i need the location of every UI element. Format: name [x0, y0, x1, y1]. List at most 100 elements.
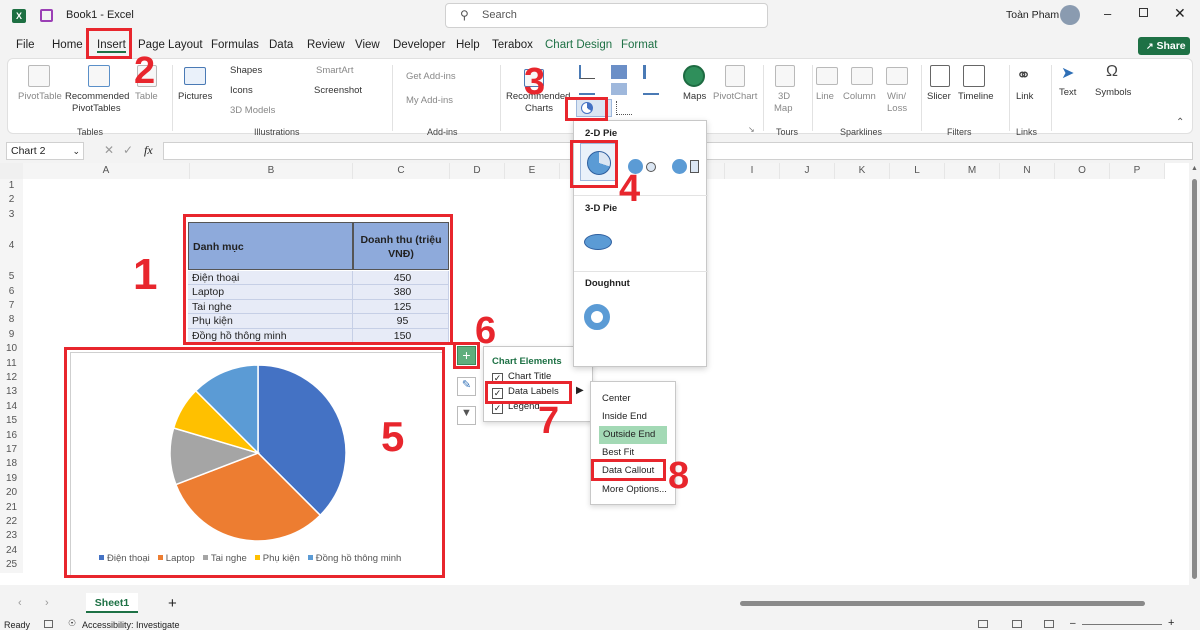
- sheet-tab[interactable]: Sheet1: [86, 593, 138, 613]
- column-header[interactable]: C: [353, 163, 450, 179]
- save-icon[interactable]: [40, 9, 53, 22]
- data-label-option[interactable]: Inside End: [592, 408, 668, 426]
- name-box[interactable]: Chart 2 ⌄: [6, 142, 84, 160]
- select-all-corner[interactable]: [0, 163, 23, 179]
- prev-sheet-icon[interactable]: ‹: [18, 597, 22, 609]
- checkbox-icon[interactable]: ✓: [492, 403, 503, 414]
- recommended-pivot-label-2[interactable]: PivotTables: [72, 103, 121, 114]
- row-header[interactable]: 2: [0, 193, 23, 208]
- pivottable-button[interactable]: PivotTable: [18, 91, 62, 102]
- pie-3d-option[interactable]: [580, 225, 616, 255]
- row-header[interactable]: 8: [0, 313, 23, 328]
- row-header[interactable]: 13: [0, 385, 23, 400]
- column-header[interactable]: J: [780, 163, 835, 179]
- scroll-thumb[interactable]: [1192, 179, 1197, 579]
- table-cell[interactable]: 125: [353, 299, 449, 315]
- table-cell[interactable]: Phụ kiện: [188, 314, 353, 329]
- data-label-option[interactable]: Data Callout: [592, 462, 668, 480]
- legend-item[interactable]: Phụ kiện: [254, 553, 300, 564]
- pie-chart[interactable]: Điện thoại Laptop Tai nghe Phụ kiện Đồng hồ …: [70, 352, 445, 577]
- symbols-button[interactable]: Symbols: [1095, 87, 1131, 98]
- combo-chart-icon[interactable]: [643, 83, 659, 95]
- recommended-pivot-label-1[interactable]: Recommended: [65, 91, 129, 102]
- icons-button[interactable]: Icons: [230, 85, 253, 96]
- tab-developer[interactable]: Developer: [393, 39, 445, 51]
- column-chart-icon[interactable]: [579, 65, 595, 79]
- 3d-map-label-1[interactable]: 3D: [778, 91, 790, 102]
- hierarchy-chart-icon[interactable]: [611, 65, 627, 79]
- row-header[interactable]: 16: [0, 428, 23, 443]
- chart-element-item[interactable]: ✓ Chart Title: [492, 371, 551, 384]
- table-cell[interactable]: 150: [353, 328, 449, 343]
- chart-filters-funnel-icon[interactable]: ▼: [457, 406, 476, 425]
- pie-2d-option[interactable]: [580, 143, 616, 181]
- table-cell[interactable]: 450: [353, 271, 449, 286]
- tab-terabox[interactable]: Terabox: [492, 39, 533, 51]
- row-header[interactable]: 10: [0, 342, 23, 357]
- chart-element-item[interactable]: ✓ Legend: [492, 401, 540, 414]
- column-header[interactable]: E: [505, 163, 560, 179]
- pivotchart-button[interactable]: PivotChart: [713, 91, 757, 102]
- tab-view[interactable]: View: [355, 39, 380, 51]
- scatter-chart-icon[interactable]: [616, 101, 632, 115]
- row-header[interactable]: 22: [0, 515, 23, 530]
- legend-item[interactable]: Đồng hồ thông minh: [307, 553, 401, 564]
- status-accessibility[interactable]: Accessibility: Investigate: [82, 620, 180, 630]
- my-addins-button[interactable]: My Add-ins: [406, 95, 453, 106]
- table-cell[interactable]: Tai nghe: [188, 299, 353, 315]
- pictures-button[interactable]: Pictures: [178, 91, 212, 102]
- doughnut-option[interactable]: [580, 299, 616, 335]
- row-header[interactable]: 3: [0, 207, 23, 223]
- row-header[interactable]: 9: [0, 327, 23, 343]
- table-cell[interactable]: Đồng hồ thông minh: [188, 328, 353, 343]
- slicer-button[interactable]: Slicer: [927, 91, 951, 102]
- row-header[interactable]: 6: [0, 284, 23, 299]
- zoom-in-icon[interactable]: +: [1168, 617, 1174, 629]
- tab-data[interactable]: Data: [269, 39, 293, 51]
- chart-styles-brush-icon[interactable]: ✎: [457, 377, 476, 396]
- row-header[interactable]: 20: [0, 486, 23, 501]
- macro-icon[interactable]: [44, 620, 53, 628]
- add-sheet-button[interactable]: +: [168, 595, 177, 612]
- dialog-launcher-icon[interactable]: ↘: [748, 125, 755, 134]
- table-cell[interactable]: 380: [353, 285, 449, 300]
- tab-insert[interactable]: Insert: [97, 39, 126, 53]
- tab-file[interactable]: File: [16, 39, 35, 51]
- data-label-option-selected[interactable]: Outside End: [599, 426, 667, 444]
- page-break-view-icon[interactable]: [1044, 620, 1054, 628]
- column-header[interactable]: B: [190, 163, 353, 179]
- shapes-button[interactable]: Shapes: [230, 65, 262, 76]
- recommended-charts-label-2[interactable]: Charts: [525, 103, 553, 114]
- tab-home[interactable]: Home: [52, 39, 83, 51]
- screenshot-button[interactable]: Screenshot: [314, 85, 362, 96]
- zoom-out-icon[interactable]: –: [1070, 618, 1076, 629]
- row-header[interactable]: 23: [0, 529, 23, 544]
- vertical-scrollbar[interactable]: ▲: [1189, 163, 1200, 593]
- row-header[interactable]: 5: [0, 270, 23, 285]
- tab-formulas[interactable]: Formulas: [211, 39, 259, 51]
- tab-help[interactable]: Help: [456, 39, 480, 51]
- sparkline-column-button[interactable]: Column: [843, 91, 876, 102]
- legend-item[interactable]: Tai nghe: [202, 553, 247, 564]
- column-header[interactable]: A: [23, 163, 190, 179]
- row-header[interactable]: 19: [0, 471, 23, 487]
- table-button[interactable]: Table: [135, 91, 158, 102]
- row-header[interactable]: 24: [0, 543, 23, 559]
- column-header[interactable]: L: [890, 163, 945, 179]
- row-header[interactable]: 12: [0, 371, 23, 386]
- column-header[interactable]: K: [835, 163, 890, 179]
- close-icon[interactable]: ✕: [1174, 5, 1186, 22]
- column-header[interactable]: D: [450, 163, 505, 179]
- insert-function-icon[interactable]: fx: [144, 143, 153, 158]
- bar-of-pie-option[interactable]: [668, 155, 704, 175]
- column-header[interactable]: M: [945, 163, 1000, 179]
- chart-elements-button[interactable]: +: [457, 346, 476, 365]
- row-header[interactable]: 4: [0, 222, 23, 271]
- user-name[interactable]: Toàn Pham: [1006, 9, 1059, 21]
- table-cell[interactable]: 95: [353, 314, 449, 329]
- tab-review[interactable]: Review: [307, 39, 345, 51]
- legend-item[interactable]: Điện thoại: [99, 553, 150, 564]
- table-cell[interactable]: Laptop: [188, 285, 353, 300]
- checkbox-icon[interactable]: ✓: [492, 388, 503, 399]
- accessibility-icon[interactable]: ☉: [68, 618, 76, 629]
